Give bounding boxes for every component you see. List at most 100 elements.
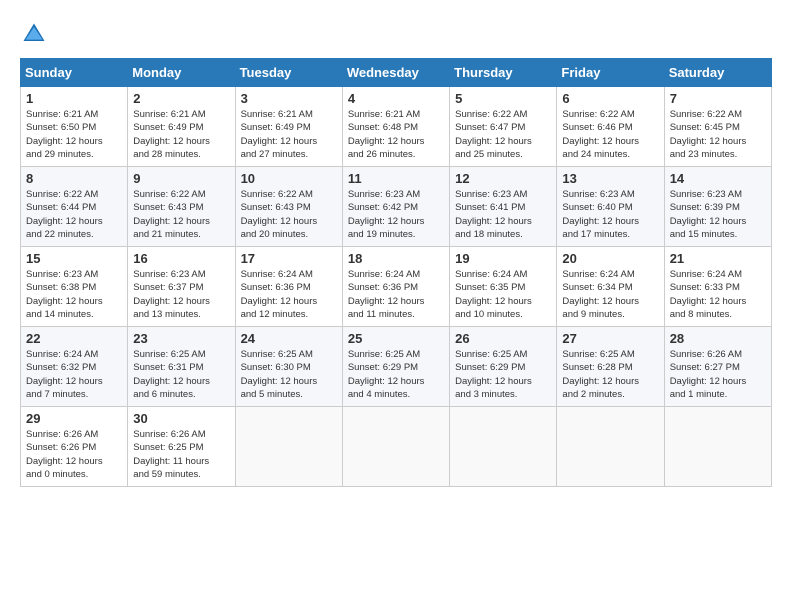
calendar-cell: 5 Sunrise: 6:22 AMSunset: 6:47 PMDayligh… — [450, 87, 557, 167]
day-number: 30 — [133, 411, 229, 426]
day-detail: Sunrise: 6:24 AMSunset: 6:32 PMDaylight:… — [26, 349, 103, 400]
calendar-cell: 1 Sunrise: 6:21 AMSunset: 6:50 PMDayligh… — [21, 87, 128, 167]
day-detail: Sunrise: 6:21 AMSunset: 6:48 PMDaylight:… — [348, 109, 425, 160]
day-detail: Sunrise: 6:24 AMSunset: 6:36 PMDaylight:… — [241, 269, 318, 320]
calendar-cell: 29 Sunrise: 6:26 AMSunset: 6:26 PMDaylig… — [21, 407, 128, 487]
calendar-cell — [342, 407, 449, 487]
calendar-cell: 4 Sunrise: 6:21 AMSunset: 6:48 PMDayligh… — [342, 87, 449, 167]
day-detail: Sunrise: 6:24 AMSunset: 6:34 PMDaylight:… — [562, 269, 639, 320]
calendar-cell: 15 Sunrise: 6:23 AMSunset: 6:38 PMDaylig… — [21, 247, 128, 327]
day-detail: Sunrise: 6:22 AMSunset: 6:43 PMDaylight:… — [133, 189, 210, 240]
day-number: 6 — [562, 91, 658, 106]
calendar-cell: 8 Sunrise: 6:22 AMSunset: 6:44 PMDayligh… — [21, 167, 128, 247]
logo-icon — [20, 20, 48, 48]
calendar-cell: 6 Sunrise: 6:22 AMSunset: 6:46 PMDayligh… — [557, 87, 664, 167]
day-detail: Sunrise: 6:25 AMSunset: 6:30 PMDaylight:… — [241, 349, 318, 400]
day-number: 5 — [455, 91, 551, 106]
day-detail: Sunrise: 6:22 AMSunset: 6:44 PMDaylight:… — [26, 189, 103, 240]
calendar-cell: 2 Sunrise: 6:21 AMSunset: 6:49 PMDayligh… — [128, 87, 235, 167]
calendar-cell: 7 Sunrise: 6:22 AMSunset: 6:45 PMDayligh… — [664, 87, 771, 167]
calendar-cell: 30 Sunrise: 6:26 AMSunset: 6:25 PMDaylig… — [128, 407, 235, 487]
day-detail: Sunrise: 6:22 AMSunset: 6:43 PMDaylight:… — [241, 189, 318, 240]
calendar-cell: 28 Sunrise: 6:26 AMSunset: 6:27 PMDaylig… — [664, 327, 771, 407]
calendar-cell: 10 Sunrise: 6:22 AMSunset: 6:43 PMDaylig… — [235, 167, 342, 247]
day-number: 14 — [670, 171, 766, 186]
col-header-wednesday: Wednesday — [342, 59, 449, 87]
day-detail: Sunrise: 6:23 AMSunset: 6:40 PMDaylight:… — [562, 189, 639, 240]
calendar-cell: 3 Sunrise: 6:21 AMSunset: 6:49 PMDayligh… — [235, 87, 342, 167]
day-number: 16 — [133, 251, 229, 266]
calendar-cell: 11 Sunrise: 6:23 AMSunset: 6:42 PMDaylig… — [342, 167, 449, 247]
calendar-cell: 19 Sunrise: 6:24 AMSunset: 6:35 PMDaylig… — [450, 247, 557, 327]
day-detail: Sunrise: 6:22 AMSunset: 6:45 PMDaylight:… — [670, 109, 747, 160]
day-number: 3 — [241, 91, 337, 106]
calendar-cell: 21 Sunrise: 6:24 AMSunset: 6:33 PMDaylig… — [664, 247, 771, 327]
calendar-cell: 12 Sunrise: 6:23 AMSunset: 6:41 PMDaylig… — [450, 167, 557, 247]
day-number: 26 — [455, 331, 551, 346]
day-number: 9 — [133, 171, 229, 186]
day-detail: Sunrise: 6:23 AMSunset: 6:42 PMDaylight:… — [348, 189, 425, 240]
calendar-cell: 16 Sunrise: 6:23 AMSunset: 6:37 PMDaylig… — [128, 247, 235, 327]
day-number: 23 — [133, 331, 229, 346]
day-detail: Sunrise: 6:26 AMSunset: 6:25 PMDaylight:… — [133, 429, 209, 480]
day-number: 8 — [26, 171, 122, 186]
logo — [20, 20, 52, 48]
day-detail: Sunrise: 6:25 AMSunset: 6:29 PMDaylight:… — [455, 349, 532, 400]
day-detail: Sunrise: 6:23 AMSunset: 6:38 PMDaylight:… — [26, 269, 103, 320]
day-detail: Sunrise: 6:21 AMSunset: 6:49 PMDaylight:… — [241, 109, 318, 160]
day-detail: Sunrise: 6:21 AMSunset: 6:49 PMDaylight:… — [133, 109, 210, 160]
day-number: 22 — [26, 331, 122, 346]
calendar-cell: 23 Sunrise: 6:25 AMSunset: 6:31 PMDaylig… — [128, 327, 235, 407]
day-number: 10 — [241, 171, 337, 186]
day-number: 19 — [455, 251, 551, 266]
calendar-cell — [450, 407, 557, 487]
calendar-cell: 20 Sunrise: 6:24 AMSunset: 6:34 PMDaylig… — [557, 247, 664, 327]
calendar-cell: 25 Sunrise: 6:25 AMSunset: 6:29 PMDaylig… — [342, 327, 449, 407]
day-detail: Sunrise: 6:24 AMSunset: 6:35 PMDaylight:… — [455, 269, 532, 320]
calendar-cell — [235, 407, 342, 487]
day-number: 29 — [26, 411, 122, 426]
calendar-cell: 22 Sunrise: 6:24 AMSunset: 6:32 PMDaylig… — [21, 327, 128, 407]
day-detail: Sunrise: 6:26 AMSunset: 6:27 PMDaylight:… — [670, 349, 747, 400]
day-detail: Sunrise: 6:22 AMSunset: 6:46 PMDaylight:… — [562, 109, 639, 160]
calendar-cell: 9 Sunrise: 6:22 AMSunset: 6:43 PMDayligh… — [128, 167, 235, 247]
day-number: 28 — [670, 331, 766, 346]
day-detail: Sunrise: 6:26 AMSunset: 6:26 PMDaylight:… — [26, 429, 103, 480]
day-number: 18 — [348, 251, 444, 266]
day-number: 21 — [670, 251, 766, 266]
day-number: 2 — [133, 91, 229, 106]
day-number: 17 — [241, 251, 337, 266]
col-header-thursday: Thursday — [450, 59, 557, 87]
calendar-cell: 13 Sunrise: 6:23 AMSunset: 6:40 PMDaylig… — [557, 167, 664, 247]
day-number: 4 — [348, 91, 444, 106]
calendar-cell — [664, 407, 771, 487]
calendar-cell: 24 Sunrise: 6:25 AMSunset: 6:30 PMDaylig… — [235, 327, 342, 407]
day-detail: Sunrise: 6:24 AMSunset: 6:33 PMDaylight:… — [670, 269, 747, 320]
day-number: 15 — [26, 251, 122, 266]
calendar-cell: 17 Sunrise: 6:24 AMSunset: 6:36 PMDaylig… — [235, 247, 342, 327]
day-detail: Sunrise: 6:21 AMSunset: 6:50 PMDaylight:… — [26, 109, 103, 160]
calendar-table: SundayMondayTuesdayWednesdayThursdayFrid… — [20, 58, 772, 487]
day-number: 11 — [348, 171, 444, 186]
col-header-saturday: Saturday — [664, 59, 771, 87]
day-detail: Sunrise: 6:23 AMSunset: 6:41 PMDaylight:… — [455, 189, 532, 240]
calendar-cell: 18 Sunrise: 6:24 AMSunset: 6:36 PMDaylig… — [342, 247, 449, 327]
col-header-monday: Monday — [128, 59, 235, 87]
col-header-tuesday: Tuesday — [235, 59, 342, 87]
calendar-cell: 27 Sunrise: 6:25 AMSunset: 6:28 PMDaylig… — [557, 327, 664, 407]
calendar-cell — [557, 407, 664, 487]
day-number: 7 — [670, 91, 766, 106]
day-number: 20 — [562, 251, 658, 266]
day-detail: Sunrise: 6:25 AMSunset: 6:31 PMDaylight:… — [133, 349, 210, 400]
day-detail: Sunrise: 6:25 AMSunset: 6:29 PMDaylight:… — [348, 349, 425, 400]
day-number: 25 — [348, 331, 444, 346]
col-header-sunday: Sunday — [21, 59, 128, 87]
day-number: 12 — [455, 171, 551, 186]
day-detail: Sunrise: 6:25 AMSunset: 6:28 PMDaylight:… — [562, 349, 639, 400]
col-header-friday: Friday — [557, 59, 664, 87]
calendar-cell: 26 Sunrise: 6:25 AMSunset: 6:29 PMDaylig… — [450, 327, 557, 407]
day-detail: Sunrise: 6:22 AMSunset: 6:47 PMDaylight:… — [455, 109, 532, 160]
day-number: 13 — [562, 171, 658, 186]
day-detail: Sunrise: 6:24 AMSunset: 6:36 PMDaylight:… — [348, 269, 425, 320]
day-number: 27 — [562, 331, 658, 346]
